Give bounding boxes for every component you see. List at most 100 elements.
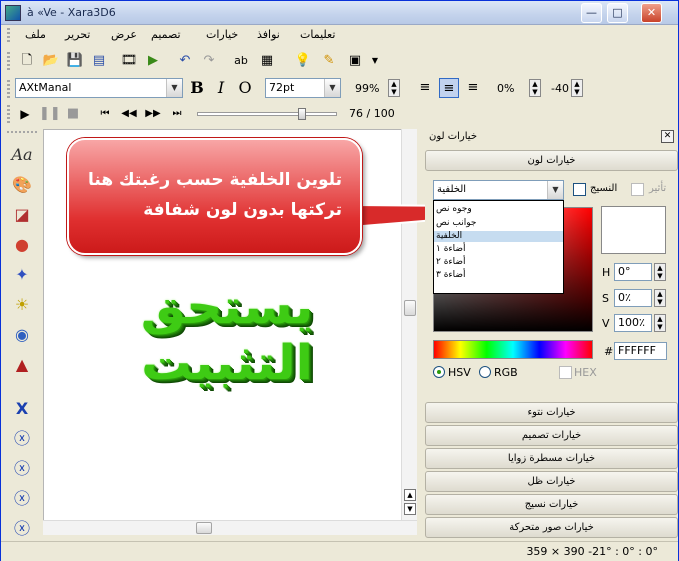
chevron-down-icon[interactable]: ▼ (365, 51, 385, 71)
text-tool-icon[interactable]: Aa (10, 143, 34, 167)
menu-design[interactable]: تصميم (151, 28, 181, 41)
view-mode-icon[interactable]: ▣ (345, 51, 365, 71)
v-input[interactable]: 100٪ (614, 314, 652, 332)
s-input[interactable]: 0٪ (614, 289, 652, 307)
pause-icon[interactable]: ❚❚ (39, 104, 61, 124)
rotate-x-icon[interactable]: X (10, 397, 34, 421)
extrude-icon[interactable]: ◪ (10, 203, 34, 227)
minimize-button[interactable]: — (581, 3, 602, 23)
font-size-select[interactable]: 72pt ▼ (265, 78, 341, 98)
grip-handle[interactable] (7, 52, 10, 70)
extrude-options-button[interactable]: خيارات نتوء (425, 402, 678, 423)
dropdown-option[interactable]: أضاءة ٣ (434, 270, 563, 281)
previous-frame-icon[interactable]: ◀◀ (119, 104, 139, 124)
font-name-select[interactable]: AXtManal ▼ (15, 78, 183, 98)
hsv-radio[interactable] (433, 366, 445, 378)
new-file-icon[interactable]: 🗋 (17, 51, 37, 71)
star-icon[interactable]: ✦ (10, 263, 34, 287)
export-icon[interactable]: ▤ (89, 51, 109, 71)
title-bar[interactable]: à «Ve - Xara3D6 — □ ✕ (1, 1, 678, 25)
grip-handle[interactable] (7, 105, 10, 123)
design-options-button[interactable]: خيارات تصميم (425, 425, 678, 446)
outline-button[interactable]: O (235, 78, 255, 98)
align-center-icon[interactable]: ≡ (439, 78, 459, 98)
v-spinner[interactable]: ▲ ▼ (654, 314, 666, 332)
text-edit-icon[interactable]: ab (231, 51, 251, 71)
bevel-sphere-icon[interactable]: ● (10, 233, 34, 257)
grip-handle[interactable] (7, 80, 10, 98)
texture-globe-icon[interactable]: ◉ (10, 323, 34, 347)
color-palette-icon[interactable]: 🎨 (10, 173, 34, 197)
menu-options[interactable]: خيارات (206, 28, 238, 41)
hex-checkbox[interactable] (559, 366, 572, 379)
color-options-section-button[interactable]: خيارات لون (425, 150, 678, 171)
shadow-icon[interactable]: ▲ (10, 353, 34, 377)
horizontal-scroll-thumb[interactable] (196, 522, 212, 534)
light-bulb-icon[interactable]: 💡 (293, 51, 313, 71)
effect-checkbox[interactable] (631, 183, 644, 196)
vertical-scroll-thumb[interactable] (404, 300, 416, 316)
rotate-icon[interactable]: ⓧ (10, 487, 34, 511)
align-right-icon[interactable]: ≡ (463, 78, 483, 98)
align-left-icon[interactable]: ≡ (415, 78, 435, 98)
play-icon[interactable]: ▶ (15, 104, 35, 124)
lighting-icon[interactable]: ☀ (10, 293, 34, 317)
color-wand-icon[interactable]: ✎ (319, 51, 339, 71)
chevron-down-icon[interactable]: ▼ (324, 79, 340, 97)
rotate-icon[interactable]: ⓧ (10, 457, 34, 481)
redo-icon[interactable]: ↷ (199, 51, 219, 71)
scroll-up-icon[interactable]: ▲ (404, 489, 416, 501)
menu-windows[interactable]: نوافذ (257, 28, 280, 41)
color-target-select[interactable]: الخلفية ▼ (433, 180, 564, 200)
rotate-icon[interactable]: ⓧ (10, 427, 34, 451)
next-frame-icon[interactable]: ▶▶ (143, 104, 163, 124)
frame-slider-thumb[interactable] (298, 108, 307, 120)
grip-handle[interactable] (7, 28, 10, 42)
open-folder-icon[interactable]: 📂 (41, 51, 61, 71)
dropdown-option[interactable]: وجوه نص (434, 204, 563, 215)
dropdown-option[interactable]: أضاءة ١ (434, 244, 563, 255)
chevron-down-icon[interactable]: ▼ (547, 181, 563, 199)
color-target-dropdown[interactable]: وجوه نص جوانب نص الخلفية أضاءة ١ أضاءة ٢… (433, 200, 564, 294)
horizontal-scrollbar[interactable] (43, 520, 417, 535)
angle-ruler-options-button[interactable]: خيارات مسطرة زوايا (425, 448, 678, 469)
animation-icon[interactable]: ▶ (143, 51, 163, 71)
chevron-down-icon[interactable]: ▼ (166, 79, 182, 97)
scroll-down-icon[interactable]: ▼ (404, 503, 416, 515)
h-spinner[interactable]: ▲ ▼ (654, 263, 666, 281)
first-frame-icon[interactable]: ⏮ (95, 104, 115, 124)
movie-icon[interactable]: 🎞 (119, 51, 139, 71)
vertical-scrollbar[interactable]: ▲ ▼ (401, 129, 417, 521)
dropdown-option[interactable]: جوانب نص (434, 218, 563, 229)
last-frame-icon[interactable]: ⏭ (167, 104, 187, 124)
menu-edit[interactable]: تحرير (65, 28, 90, 41)
rotate-icon[interactable]: ⓧ (10, 517, 34, 541)
grip-handle[interactable] (7, 131, 37, 133)
film-strip-icon[interactable]: ▦ (257, 51, 277, 71)
texture-options-button[interactable]: خيارات نسيج (425, 494, 678, 515)
maximize-button[interactable]: □ (607, 3, 628, 23)
rgb-radio[interactable] (479, 366, 491, 378)
shadow-options-button[interactable]: خيارات ظل (425, 471, 678, 492)
animation-options-button[interactable]: خيارات صور متحركة (425, 517, 678, 538)
texture-checkbox[interactable] (573, 183, 586, 196)
italic-button[interactable]: I (211, 78, 231, 98)
frame-slider[interactable] (197, 108, 337, 120)
dropdown-option-selected[interactable]: الخلفية (434, 231, 563, 242)
scale-spinner[interactable]: ▲ ▼ (388, 79, 400, 97)
spacing-spinner[interactable]: ▲ ▼ (529, 79, 541, 97)
h-input[interactable]: 0° (614, 263, 652, 281)
3d-text-preview[interactable]: يستحق التثبيت (49, 279, 406, 391)
close-button[interactable]: ✕ (641, 3, 662, 23)
menu-help[interactable]: تعليمات (300, 28, 335, 41)
bold-button[interactable]: B (187, 78, 207, 98)
offset-spinner[interactable]: ▲ ▼ (571, 79, 583, 97)
undo-icon[interactable]: ↶ (175, 51, 195, 71)
s-spinner[interactable]: ▲ ▼ (654, 289, 666, 307)
close-icon[interactable]: ✕ (661, 130, 674, 143)
hex-input[interactable]: FFFFFF (614, 342, 667, 360)
dropdown-option[interactable]: أضاءة ٢ (434, 257, 563, 268)
menu-file[interactable]: ملف (25, 28, 46, 41)
save-icon[interactable]: 💾 (65, 51, 85, 71)
menu-view[interactable]: عرض (111, 28, 137, 41)
